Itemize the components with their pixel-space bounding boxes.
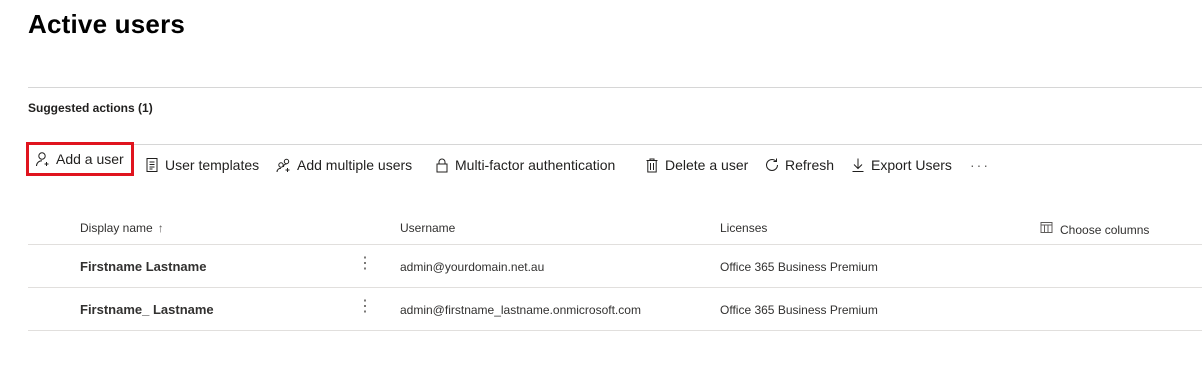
- user-username: admin@firstname_lastname.onmicrosoft.com: [400, 303, 641, 317]
- divider: [28, 287, 1202, 288]
- column-header-username[interactable]: Username: [400, 221, 455, 235]
- row-more-icon[interactable]: ⋮: [357, 299, 373, 315]
- user-licenses: Office 365 Business Premium: [720, 303, 878, 317]
- page-title: Active users: [28, 9, 186, 39]
- choose-columns-label: Choose columns: [1060, 222, 1150, 237]
- trash-icon: [644, 157, 665, 173]
- people-add-icon: [276, 157, 297, 173]
- choose-columns-button[interactable]: Choose columns: [1040, 221, 1149, 238]
- column-header-display-name[interactable]: Display name ↑: [80, 221, 164, 235]
- user-username: admin@yourdomain.net.au: [400, 260, 545, 274]
- divider: [28, 144, 1202, 145]
- user-templates-label: User templates: [165, 157, 260, 173]
- user-licenses: Office 365 Business Premium: [720, 260, 878, 274]
- delete-user-button[interactable]: Delete a user: [644, 147, 748, 183]
- refresh-button[interactable]: Refresh: [764, 147, 834, 183]
- lock-icon: [434, 157, 455, 173]
- add-user-label: Add a user: [56, 151, 124, 167]
- download-icon: [850, 157, 871, 173]
- export-users-button[interactable]: Export Users: [850, 147, 952, 183]
- user-templates-button[interactable]: User templates: [144, 147, 259, 183]
- row-more-icon[interactable]: ⋮: [357, 256, 373, 272]
- template-icon: [144, 157, 165, 173]
- user-display-name[interactable]: Firstname Lastname: [80, 259, 206, 274]
- divider: [28, 244, 1202, 245]
- sort-ascending-icon: ↑: [157, 221, 164, 235]
- refresh-icon: [764, 157, 785, 173]
- more-actions-button[interactable]: ···: [970, 147, 990, 183]
- columns-icon: [1040, 221, 1060, 238]
- divider: [28, 87, 1202, 88]
- mfa-label: Multi-factor authentication: [455, 157, 616, 173]
- add-multiple-users-button[interactable]: Add multiple users: [276, 147, 412, 183]
- display-name-header-label: Display name: [80, 221, 153, 235]
- mfa-button[interactable]: Multi-factor authentication: [434, 147, 615, 183]
- person-add-icon: [35, 151, 56, 167]
- export-users-label: Export Users: [871, 157, 952, 173]
- suggested-actions-link[interactable]: Suggested actions (1): [28, 101, 153, 115]
- user-display-name[interactable]: Firstname_ Lastname: [80, 302, 214, 317]
- add-multiple-users-label: Add multiple users: [297, 157, 413, 173]
- column-header-licenses[interactable]: Licenses: [720, 221, 767, 235]
- refresh-label: Refresh: [785, 157, 835, 173]
- delete-user-label: Delete a user: [665, 157, 749, 173]
- divider: [28, 330, 1202, 331]
- add-user-button[interactable]: Add a user: [26, 142, 134, 176]
